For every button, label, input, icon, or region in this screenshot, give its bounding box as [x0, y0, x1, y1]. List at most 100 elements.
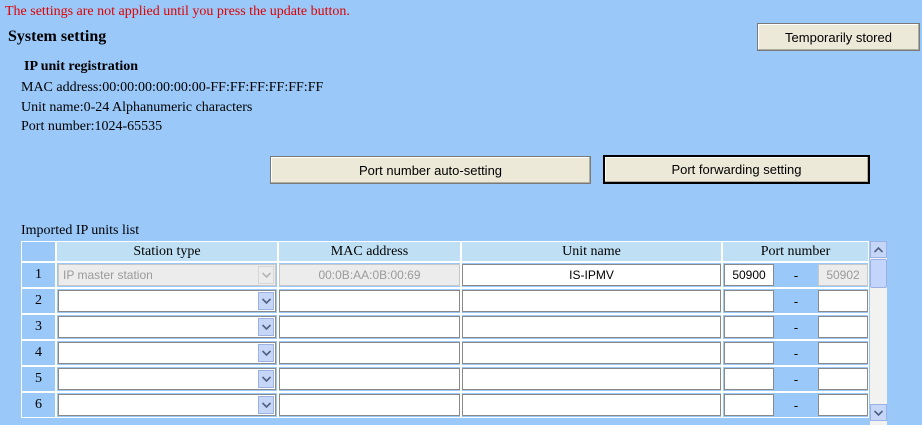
port-start-field[interactable]: 50900 — [724, 264, 774, 286]
unit-name-field[interactable] — [462, 316, 721, 338]
port-start-field[interactable] — [724, 368, 774, 390]
station-type-select[interactable] — [58, 316, 276, 338]
mac-address-header: MAC address — [278, 241, 461, 262]
row-number: 1 — [21, 262, 56, 288]
port-range-separator: - — [793, 293, 799, 309]
mac-address-cell — [278, 392, 461, 418]
scroll-up-button[interactable] — [870, 241, 887, 258]
station-type-select: IP master station — [58, 264, 276, 286]
chevron-down-icon — [874, 409, 883, 416]
scroll-down-button[interactable] — [870, 404, 887, 421]
page-title: System setting — [8, 28, 107, 45]
unit-name-cell: IS-IPMV — [461, 262, 722, 288]
port-number-cell: - — [722, 392, 869, 418]
port-range-separator: - — [793, 345, 799, 361]
port-number-cell: - — [722, 340, 869, 366]
unit-name-cell — [461, 288, 722, 314]
port-number-cell: - — [722, 366, 869, 392]
unit-name-cell — [461, 366, 722, 392]
table-vertical-scrollbar[interactable] — [870, 241, 887, 425]
chevron-down-icon — [261, 402, 271, 408]
port-start-field[interactable] — [724, 342, 774, 364]
unit-name-cell — [461, 314, 722, 340]
unit-name-cell — [461, 392, 722, 418]
imported-units-list-title: Imported IP units list — [21, 223, 140, 238]
station-type-select[interactable] — [58, 394, 276, 416]
table-row: 3- — [21, 314, 869, 340]
port-end-field — [818, 316, 868, 338]
imported-units-grid: Station type MAC address Unit name Port … — [21, 241, 869, 425]
port-range-separator: - — [793, 371, 799, 387]
table-row: 4- — [21, 340, 869, 366]
dropdown-button[interactable] — [258, 370, 274, 388]
unit-name-header: Unit name — [461, 241, 722, 262]
port-number-header: Port number — [722, 241, 869, 262]
unit-name-field[interactable] — [462, 290, 721, 312]
station-type-cell: IP master station — [56, 262, 278, 288]
imported-units-table: Station type MAC address Unit name Port … — [21, 241, 869, 418]
temporarily-stored-button[interactable]: Temporarily stored — [757, 23, 920, 51]
mac-address-field[interactable] — [279, 342, 460, 364]
row-number: 5 — [21, 366, 56, 392]
unit-name-field[interactable] — [462, 394, 721, 416]
port-end-field: 50902 — [818, 264, 868, 286]
mac-address-cell: 00:0B:AA:0B:00:69 — [278, 262, 461, 288]
mac-address-cell — [278, 340, 461, 366]
port-start-field[interactable] — [724, 316, 774, 338]
mac-address-field[interactable] — [279, 368, 460, 390]
port-number-cell: - — [722, 288, 869, 314]
mac-address-field[interactable] — [279, 316, 460, 338]
dropdown-button[interactable] — [258, 344, 274, 362]
scrollbar-thumb[interactable] — [870, 259, 887, 288]
chevron-down-icon — [261, 350, 271, 356]
unit-name-cell — [461, 340, 722, 366]
port-range-separator: - — [793, 267, 799, 283]
chevron-down-icon — [261, 324, 271, 330]
table-row: 1 IP master station 00:0B:AA:0B:00:69 IS-IP… — [21, 262, 869, 288]
station-type-cell — [56, 314, 278, 340]
mac-address-field[interactable] — [279, 394, 460, 416]
chevron-down-icon — [261, 376, 271, 382]
dropdown-button[interactable] — [258, 318, 274, 336]
row-number: 6 — [21, 392, 56, 418]
port-number-auto-setting-button[interactable]: Port number auto-setting — [270, 156, 591, 184]
row-number: 2 — [21, 288, 56, 314]
unit-name-field[interactable]: IS-IPMV — [462, 264, 721, 286]
unit-name-field[interactable] — [462, 342, 721, 364]
port-number-info: Port number:1024-65535 — [21, 119, 163, 134]
unit-name-field[interactable] — [462, 368, 721, 390]
port-forwarding-setting-button[interactable]: Port forwarding setting — [603, 155, 870, 184]
section-title-ip-unit-registration: IP unit registration — [24, 59, 139, 74]
mac-address-cell — [278, 314, 461, 340]
dropdown-button — [258, 266, 274, 284]
station-type-select[interactable] — [58, 368, 276, 390]
station-type-cell — [56, 366, 278, 392]
mac-address-cell — [278, 366, 461, 392]
station-type-header: Station type — [56, 241, 278, 262]
row-number-header — [21, 241, 56, 262]
port-number-cell: - — [722, 314, 869, 340]
port-end-field — [818, 290, 868, 312]
row-number: 4 — [21, 340, 56, 366]
table-row: 6- — [21, 392, 869, 418]
chevron-down-icon — [261, 298, 271, 304]
port-start-field[interactable] — [724, 290, 774, 312]
station-type-value: IP master station — [63, 268, 153, 282]
unit-name-info: Unit name:0-24 Alphanumeric characters — [21, 100, 253, 115]
mac-address-field: 00:0B:AA:0B:00:69 — [279, 264, 460, 286]
port-end-field — [818, 368, 868, 390]
port-start-field[interactable] — [724, 394, 774, 416]
station-type-cell — [56, 392, 278, 418]
station-type-select[interactable] — [58, 290, 276, 312]
port-range-separator: - — [793, 319, 799, 335]
dropdown-button[interactable] — [258, 292, 274, 310]
unsaved-warning: The settings are not applied until you p… — [5, 4, 350, 19]
table-header-row: Station type MAC address Unit name Port … — [21, 241, 869, 262]
dropdown-button[interactable] — [258, 396, 274, 414]
port-end-field — [818, 342, 868, 364]
mac-address-field[interactable] — [279, 290, 460, 312]
station-type-cell — [56, 288, 278, 314]
table-row: 2- — [21, 288, 869, 314]
station-type-select[interactable] — [58, 342, 276, 364]
chevron-up-icon — [874, 246, 883, 253]
